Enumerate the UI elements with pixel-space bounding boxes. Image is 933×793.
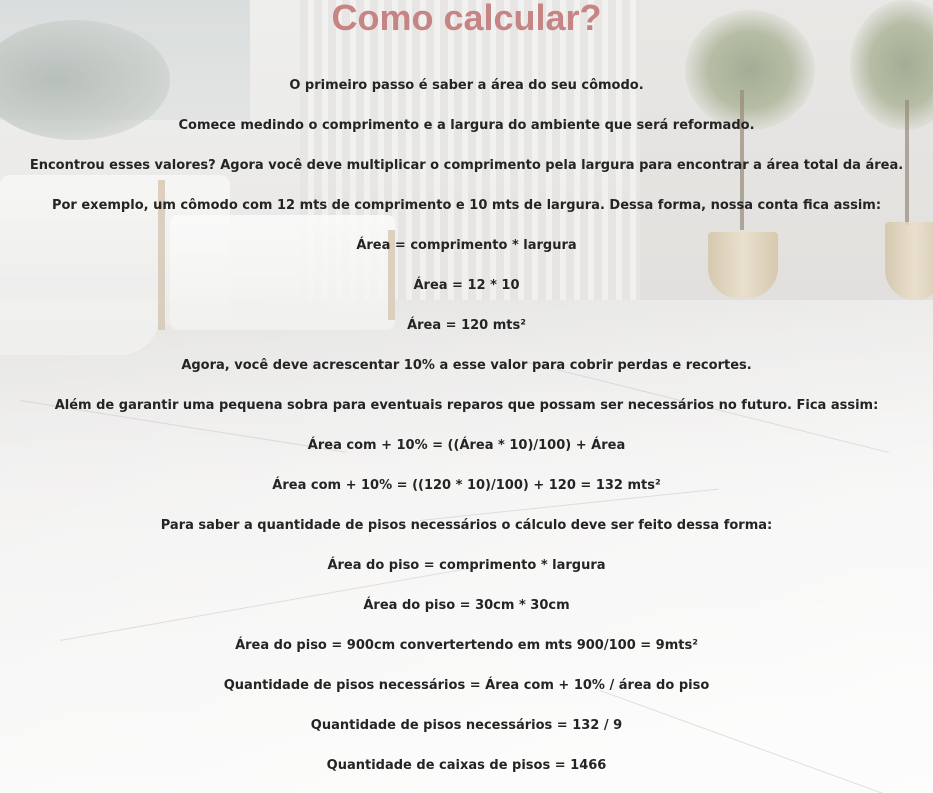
calculation-steps: O primeiro passo é saber a área do seu c… [0, 76, 933, 793]
formula-line: Área = comprimento * largura [356, 238, 577, 253]
text-line: Por exemplo, um cômodo com 12 mts de com… [51, 198, 882, 213]
formula-line: Área = 12 * 10 [413, 278, 520, 293]
formula-line: Área do piso = comprimento * largura [327, 558, 606, 573]
text-line: Agora, você deve acrescentar 10% a esse … [181, 358, 752, 373]
formula-line: Área = 120 mts² [407, 318, 526, 333]
formula-line: Quantidade de pisos necessários = Área c… [223, 678, 710, 693]
formula-line: Área do piso = 900cm convertertendo em m… [235, 638, 698, 653]
result-line: Quantidade de caixas de pisos = 1466 [326, 758, 607, 773]
text-line: O primeiro passo é saber a área do seu c… [289, 78, 644, 93]
formula-line: Área com + 10% = ((120 * 10)/100) + 120 … [272, 478, 661, 493]
text-line: Encontrou esses valores? Agora você deve… [29, 158, 904, 173]
text-line: Para saber a quantidade de pisos necessá… [160, 518, 773, 533]
content-section: Como calcular? O primeiro passo é saber … [0, 0, 933, 793]
formula-line: Área com + 10% = ((Área * 10)/100) + Áre… [307, 438, 626, 453]
page-title: Como calcular? [331, 0, 602, 38]
formula-line: Área do piso = 30cm * 30cm [363, 598, 570, 613]
text-line: Além de garantir uma pequena sobra para … [54, 398, 879, 413]
text-line: Comece medindo o comprimento e a largura… [178, 118, 755, 133]
formula-line: Quantidade de pisos necessários = 132 / … [310, 718, 623, 733]
